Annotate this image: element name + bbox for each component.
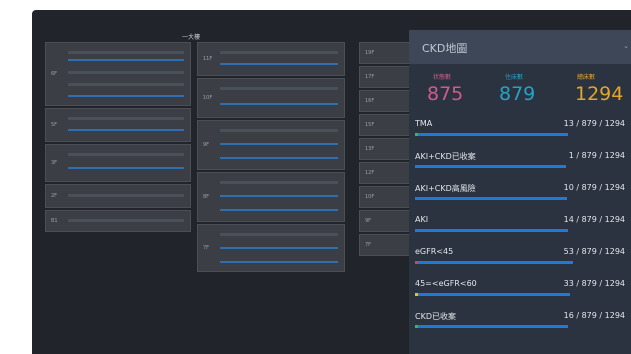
floor-label: 10F (365, 194, 375, 200)
floor-label: 5F (51, 122, 58, 128)
progress-marker (415, 165, 418, 168)
floor-card[interactable]: 3F (45, 144, 191, 182)
floor-card[interactable]: 7F (197, 224, 345, 272)
progress-track (415, 325, 625, 328)
floor-card[interactable]: 7F (359, 234, 411, 256)
progress-track (415, 133, 625, 136)
metric-value: 53 / 879 / 1294 (563, 247, 625, 256)
progress-track (415, 261, 625, 264)
stat-value: 875 (427, 83, 464, 105)
stat-value: 1294 (575, 83, 624, 105)
floor-card[interactable]: 2F (45, 184, 191, 208)
metric-label: CKD已收案 (415, 312, 456, 321)
floor-card[interactable]: B1 (45, 210, 191, 232)
progress-track (415, 293, 625, 296)
progress-fill (415, 197, 567, 200)
stat-label: 總床數 (577, 74, 596, 81)
floor-column-2: 11F 10F 9F 8F 7F (197, 42, 345, 272)
progress-fill (415, 165, 566, 168)
metric-value: 14 / 879 / 1294 (563, 215, 625, 224)
stat-value: 879 (499, 83, 536, 105)
metric-label: AKI+CKD已收案 (415, 152, 476, 161)
floor-card[interactable]: 8F (197, 172, 345, 222)
metric-label: AKI (415, 215, 429, 224)
progress-track (415, 229, 625, 232)
floor-label: 11F (203, 56, 213, 62)
floor-label: 7F (365, 242, 372, 248)
progress-marker (415, 197, 418, 200)
metric-value: 33 / 879 / 1294 (563, 279, 625, 288)
progress-marker (415, 133, 418, 136)
metric-value: 1 / 879 / 1294 (568, 151, 625, 160)
progress-marker (415, 293, 418, 296)
metric-label: AKI+CKD高風險 (415, 184, 476, 193)
progress-fill (415, 293, 570, 296)
progress-fill (415, 325, 568, 328)
floor-label: 2F (51, 193, 58, 199)
floor-label: 16F (365, 98, 375, 104)
progress-fill (415, 229, 568, 232)
progress-fill (415, 133, 568, 136)
floor-label: 3F (51, 160, 58, 166)
metric-value: 13 / 879 / 1294 (563, 119, 625, 128)
floor-card[interactable]: 10F (197, 78, 345, 118)
building-title: 一大樓 (182, 34, 201, 41)
floor-card[interactable]: 17F (359, 66, 411, 88)
floor-label: 13F (365, 146, 375, 152)
stat-label: 住床數 (505, 74, 524, 81)
floor-card[interactable]: 10F (359, 186, 411, 208)
progress-marker (415, 229, 418, 232)
floor-label: 9F (203, 142, 210, 148)
floor-card[interactable]: 13F (359, 138, 411, 160)
metric-label: eGFR<45 (415, 247, 454, 256)
stat-label: 状態數 (433, 74, 452, 81)
metric-value: 10 / 879 / 1294 (563, 183, 625, 192)
floor-label: 12F (365, 170, 375, 176)
floor-label: 8F (203, 194, 210, 200)
floor-label: 7F (203, 245, 210, 251)
floor-label: B1 (51, 218, 58, 224)
ckd-map-panel: CKD地圖 ⌄ 状態數 住床數 總床數 875 879 1294 TMA 13 /… (409, 30, 631, 354)
floor-column-1: 6F 5F 3F 2F B1 (45, 42, 191, 232)
floor-card[interactable]: 12F (359, 162, 411, 184)
chevron-down-icon[interactable]: ⌄ (623, 42, 629, 50)
floor-card[interactable]: 9F (359, 210, 411, 232)
floor-card[interactable]: 9F (197, 120, 345, 170)
floor-card[interactable]: 15F (359, 114, 411, 136)
progress-marker (415, 325, 418, 328)
floor-label: 15F (365, 122, 375, 128)
progress-track (415, 165, 625, 168)
floor-card[interactable]: 5F (45, 108, 191, 142)
floor-card[interactable]: 19F (359, 42, 411, 64)
floor-label: 6F (51, 71, 58, 77)
panel-title: CKD地圖 (422, 42, 468, 55)
floor-card[interactable]: 16F (359, 90, 411, 112)
panel-header[interactable]: CKD地圖 ⌄ (409, 30, 631, 64)
progress-marker (415, 261, 418, 264)
floor-label: 9F (365, 218, 372, 224)
floor-column-3: 19F 17F 16F 15F 13F 12F 10F 9F 7F (359, 42, 411, 258)
metric-value: 16 / 879 / 1294 (563, 311, 625, 320)
floor-label: 10F (203, 95, 213, 101)
floor-label: 17F (365, 74, 375, 80)
floor-card[interactable]: 11F (197, 42, 345, 76)
metric-label: TMA (415, 119, 433, 128)
floor-label: 19F (365, 50, 375, 56)
floor-card[interactable]: 6F (45, 42, 191, 106)
metric-label: 45=<eGFR<60 (415, 279, 477, 288)
progress-fill (415, 261, 573, 264)
progress-track (415, 197, 625, 200)
